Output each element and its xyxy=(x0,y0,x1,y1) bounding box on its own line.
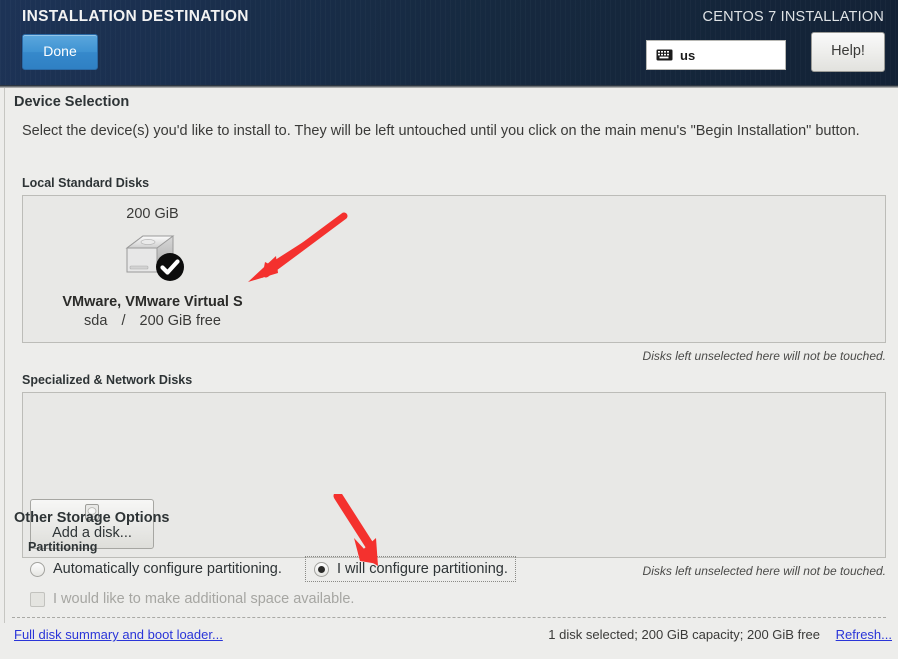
refresh-link[interactable]: Refresh... xyxy=(836,627,892,642)
device-selection-description: Select the device(s) you'd like to insta… xyxy=(22,123,860,139)
radio-automatic-partitioning[interactable]: Automatically configure partitioning. xyxy=(30,561,282,577)
disk-detail-separator: / xyxy=(121,313,126,329)
help-button[interactable]: Help! xyxy=(811,32,885,72)
check-badge-icon xyxy=(155,253,184,281)
footer-bar: Full disk summary and boot loader... 1 d… xyxy=(0,622,898,659)
page-title: INSTALLATION DESTINATION xyxy=(22,8,249,25)
checkbox-indicator[interactable] xyxy=(30,591,45,607)
local-disks-unselected-note: Disks left unselected here will not be t… xyxy=(642,349,886,363)
disk-icon-container xyxy=(30,230,275,288)
main-content: Device Selection Select the device(s) yo… xyxy=(0,88,898,659)
device-selection-heading: Device Selection xyxy=(14,94,130,110)
partitioning-heading: Partitioning xyxy=(28,540,98,554)
disk-capacity: 200 GiB xyxy=(126,206,179,222)
disk-device: sda xyxy=(84,313,108,329)
radio-indicator[interactable] xyxy=(30,561,45,577)
radio-automatic-partitioning-label: Automatically configure partitioning. xyxy=(53,561,282,577)
keyboard-layout-indicator[interactable]: us xyxy=(646,40,786,70)
disk-details: sda / 200 GiB free xyxy=(30,313,275,329)
radio-indicator[interactable] xyxy=(314,561,329,577)
specialized-disks-heading: Specialized & Network Disks xyxy=(22,373,193,387)
local-disk-tile[interactable]: 200 GiB VMware, VMware Virtual S sda / 2… xyxy=(30,206,275,336)
disk-name: VMware, VMware Virtual S xyxy=(62,294,243,310)
disk-status-text: 1 disk selected; 200 GiB capacity; 200 G… xyxy=(548,627,820,642)
radio-i-will-configure[interactable]: I will configure partitioning. xyxy=(305,556,516,582)
add-a-disk-label: Add a disk... xyxy=(52,525,132,541)
checkbox-additional-space[interactable]: I would like to make additional space av… xyxy=(30,591,354,607)
left-rail-divider xyxy=(4,88,5,623)
full-disk-summary-link[interactable]: Full disk summary and boot loader... xyxy=(14,627,223,642)
installation-destination-screen: INSTALLATION DESTINATION CENTOS 7 INSTAL… xyxy=(0,0,898,659)
disk-free: 200 GiB free xyxy=(139,313,221,329)
keyboard-layout-label: us xyxy=(680,47,696,63)
local-standard-disks-heading: Local Standard Disks xyxy=(22,176,150,190)
footer-separator xyxy=(12,617,886,618)
window-header: INSTALLATION DESTINATION CENTOS 7 INSTAL… xyxy=(0,0,898,88)
keyboard-icon xyxy=(656,49,673,61)
radio-i-will-configure-label: I will configure partitioning. xyxy=(337,561,508,577)
other-storage-options-heading: Other Storage Options xyxy=(14,510,170,526)
checkbox-additional-space-label: I would like to make additional space av… xyxy=(53,591,355,607)
product-label: CENTOS 7 INSTALLATION xyxy=(702,9,884,25)
done-button[interactable]: Done xyxy=(22,34,98,70)
